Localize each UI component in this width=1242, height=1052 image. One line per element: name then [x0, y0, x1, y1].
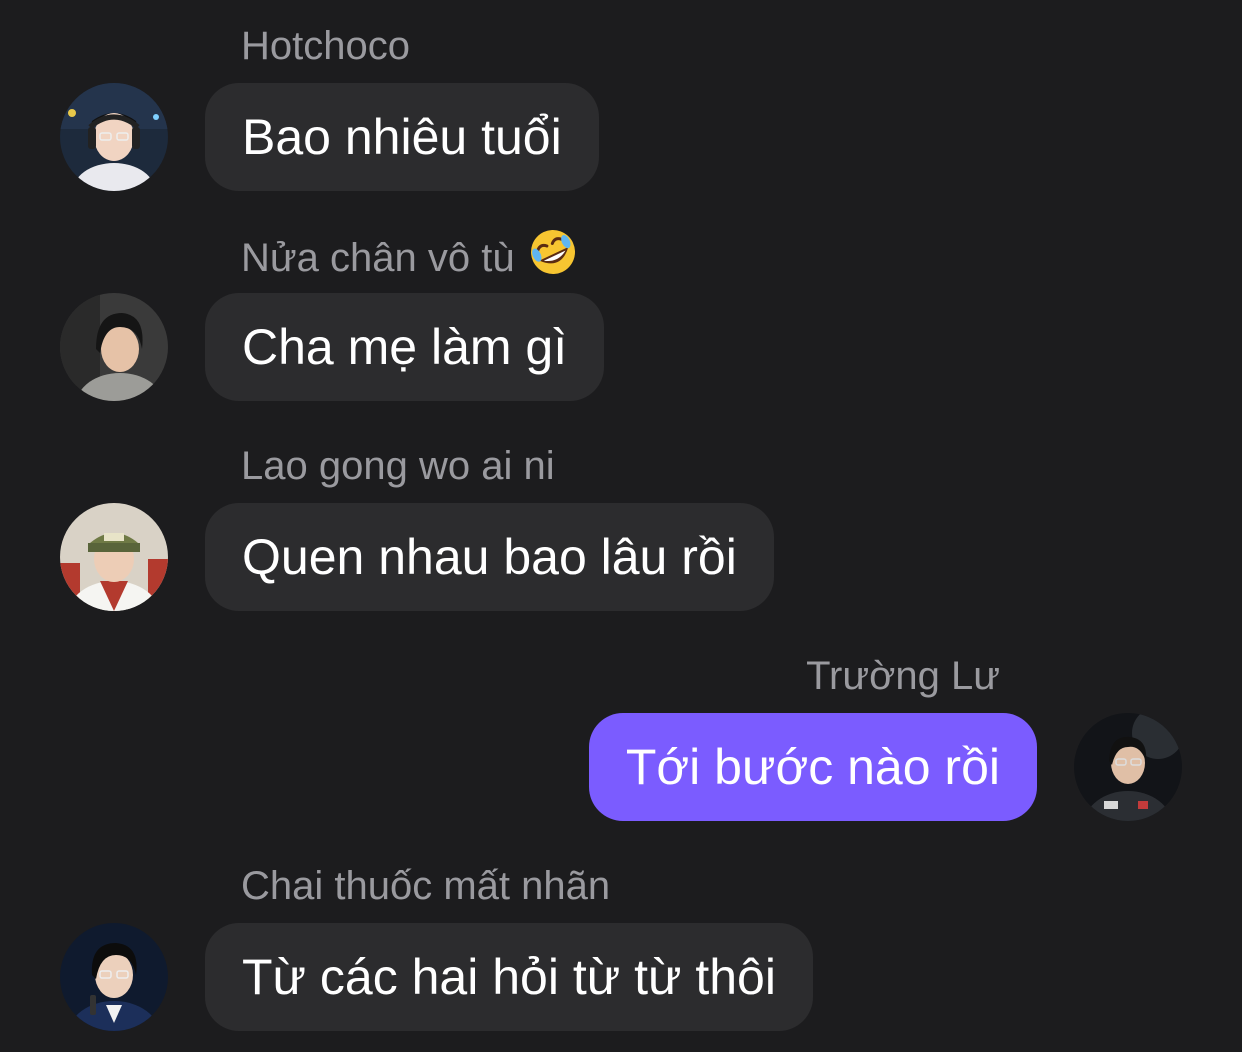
avatar-photo-icon	[60, 503, 168, 611]
sender-avatar[interactable]	[60, 83, 168, 191]
sender-name: Lao gong wo ai ni	[241, 444, 555, 488]
sender-avatar[interactable]	[1074, 713, 1182, 821]
message-text: Cha mẹ làm gì	[242, 319, 568, 375]
rolling-on-floor-laughing-emoji-icon	[527, 226, 579, 289]
sender-avatar[interactable]	[60, 293, 168, 401]
message-bubble[interactable]: Cha mẹ làm gì	[205, 293, 605, 401]
message-text: Tới bước nào rồi	[625, 739, 1000, 795]
message-bubble[interactable]: Tới bước nào rồi	[588, 713, 1037, 821]
message-bubble[interactable]: Từ các hai hỏi từ từ thôi	[205, 923, 813, 1031]
avatar-photo-icon	[1074, 713, 1182, 821]
sender-name: Trường Lư	[806, 654, 1000, 698]
sender-name: Chai thuốc mất nhãn	[241, 864, 611, 908]
avatar-photo-icon	[60, 83, 168, 191]
chat-thread: Hotchoco Bao nhiêu tuổi Nửa chân vô tù C…	[0, 0, 1242, 1052]
sender-name-text: Nửa chân vô tù	[241, 236, 515, 281]
avatar-photo-icon	[60, 923, 168, 1031]
message-bubble[interactable]: Quen nhau bao lâu rồi	[205, 503, 774, 611]
sender-name: Nửa chân vô tù	[241, 230, 579, 289]
sender-avatar[interactable]	[60, 923, 168, 1031]
sender-avatar[interactable]	[60, 503, 168, 611]
message-text: Từ các hai hỏi từ từ thôi	[242, 949, 776, 1005]
sender-name: Hotchoco	[241, 24, 410, 68]
message-text: Bao nhiêu tuổi	[242, 109, 562, 165]
message-bubble[interactable]: Bao nhiêu tuổi	[205, 83, 599, 191]
message-text: Quen nhau bao lâu rồi	[242, 529, 737, 585]
avatar-photo-icon	[60, 293, 168, 401]
